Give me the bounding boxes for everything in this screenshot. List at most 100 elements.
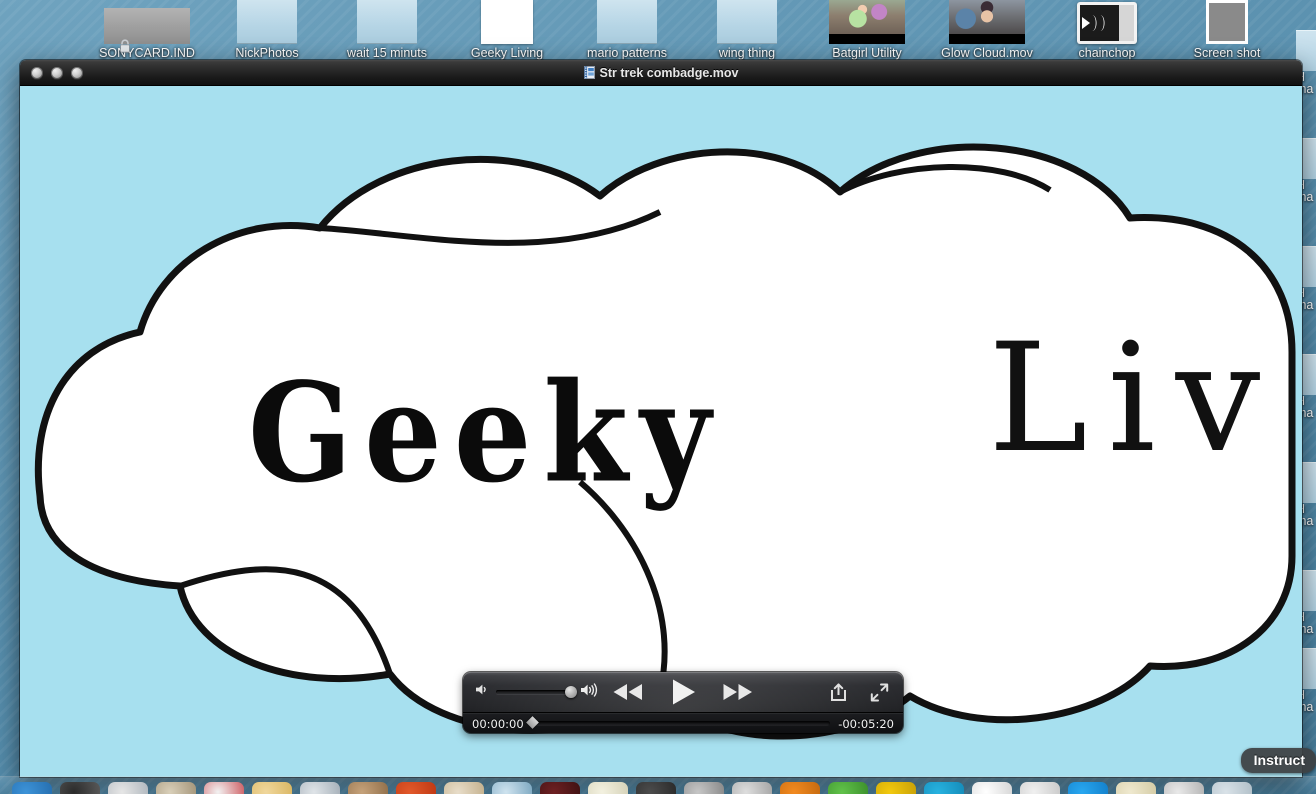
- movie-file-icon: [583, 66, 595, 79]
- dock-item-quicktime[interactable]: [684, 782, 724, 794]
- zoom-button[interactable]: [71, 66, 83, 79]
- dock-item-mail[interactable]: [108, 782, 148, 794]
- document-icon: [237, 0, 297, 44]
- desktop-icon-label: mario patterns: [587, 46, 667, 60]
- locked-volume-icon: [104, 8, 190, 53]
- dock-item-itunes[interactable]: [300, 782, 340, 794]
- volume-slider[interactable]: [496, 686, 577, 698]
- desktop-icon-thumb: [567, 0, 687, 44]
- video-word-geeky: Geeky: [248, 351, 723, 513]
- desktop-icon-screen-shot[interactable]: Screen shot: [1167, 0, 1287, 60]
- desktop-icon-thumb: [327, 0, 447, 44]
- desktop-icon-thumb: [1047, 0, 1167, 44]
- scrubber-row[interactable]: 00:00:00 -00:05:20: [463, 712, 903, 733]
- speaker-high-icon[interactable]: [580, 682, 600, 702]
- timeline-scrubber[interactable]: [525, 716, 831, 729]
- desktop-icon-geeky-living[interactable]: Geeky Living: [447, 0, 567, 60]
- dock-item-photos[interactable]: [444, 782, 484, 794]
- quicktime-player-window[interactable]: Str trek combadge.mov Geeky Liv 00:00:00…: [20, 60, 1302, 777]
- window-title-group: Str trek combadge.mov: [20, 66, 1302, 80]
- document-icon: [357, 0, 417, 44]
- minimize-button[interactable]: [51, 66, 63, 79]
- app-preview-icon: [1077, 2, 1137, 44]
- remaining-time-label: -00:05:20: [838, 716, 894, 731]
- dock-item-photobooth[interactable]: [732, 782, 772, 794]
- current-time-label: 00:00:00: [472, 716, 524, 731]
- desktop-icon-label: chainchop: [1078, 46, 1136, 60]
- dock-item-messages[interactable]: [1068, 782, 1108, 794]
- volume-control-group[interactable]: [475, 682, 600, 702]
- window-title-text: Str trek combadge.mov: [599, 65, 739, 80]
- dock-item-dashboard[interactable]: [60, 782, 100, 794]
- dock-item-safari[interactable]: [492, 782, 532, 794]
- play-button[interactable]: [668, 677, 698, 707]
- dock-item-preview[interactable]: [636, 782, 676, 794]
- desktop-icon-thumb: [87, 0, 207, 53]
- dock-item-address-book[interactable]: [156, 782, 196, 794]
- movie-thumbnail-icon: [949, 0, 1025, 44]
- desktop-icon-thumb: [807, 0, 927, 44]
- dock-item-finder[interactable]: [12, 782, 52, 794]
- dock-item-trash[interactable]: [1212, 782, 1252, 794]
- desktop-icon-wing-thing[interactable]: wing thing: [687, 0, 807, 60]
- playback-controls-bar[interactable]: 00:00:00 -00:05:20: [463, 672, 903, 733]
- dock-item-illustrator[interactable]: [780, 782, 820, 794]
- desktop-icon-label: NickPhotos: [235, 46, 299, 60]
- dock[interactable]: [0, 776, 1316, 794]
- desktop-icon-label: wait 15 minuts: [347, 46, 427, 60]
- secondary-buttons: [829, 672, 889, 712]
- dock-item-chrome[interactable]: [1020, 782, 1060, 794]
- white-document-icon: [481, 0, 533, 44]
- fast-forward-button[interactable]: [720, 681, 756, 703]
- desktop-icon-glow-cloud-mov[interactable]: Glow Cloud.mov: [927, 0, 1047, 60]
- playhead-handle[interactable]: [525, 716, 539, 729]
- document-icon: [717, 0, 777, 44]
- desktop-icon-thumb: [687, 0, 807, 44]
- desktop-icon-thumb: [207, 0, 327, 44]
- dock-item-system-prefs[interactable]: [1164, 782, 1204, 794]
- video-word-living: Liv: [988, 312, 1281, 486]
- dock-item-notes[interactable]: [1116, 782, 1156, 794]
- desktop-icon-label: Geeky Living: [470, 46, 544, 60]
- lock-icon: [120, 39, 130, 53]
- dock-item-indesign[interactable]: [828, 782, 868, 794]
- dock-item-folder[interactable]: [252, 782, 292, 794]
- speaker-low-icon[interactable]: [475, 683, 490, 701]
- volume-slider-knob[interactable]: [565, 686, 577, 698]
- dock-item-word[interactable]: [972, 782, 1012, 794]
- window-traffic-lights: [31, 66, 83, 79]
- dock-item-textedit[interactable]: [588, 782, 628, 794]
- desktop-icon-label: Screen shot: [1193, 46, 1261, 60]
- desktop-icon-label: SONYCARD.IND: [99, 46, 195, 60]
- desktop-icon-chainchop[interactable]: chainchop: [1047, 0, 1167, 60]
- desktop-icon-label: wing thing: [718, 46, 776, 60]
- fullscreen-button[interactable]: [870, 683, 889, 702]
- desktop-icon-mario-patterns[interactable]: mario patterns: [567, 0, 687, 60]
- desktop-icon-thumb: [927, 0, 1047, 44]
- desktop-icon-wait-15-minuts[interactable]: wait 15 minuts: [327, 0, 447, 60]
- dock-item-utility[interactable]: [348, 782, 388, 794]
- dock-item-skype[interactable]: [924, 782, 964, 794]
- video-canvas[interactable]: Geeky Liv 00:00:00 -00:05:20: [20, 86, 1302, 777]
- dock-item-firefox[interactable]: [396, 782, 436, 794]
- desktop-icon-nickphotos[interactable]: NickPhotos: [207, 0, 327, 60]
- desktop-icon-label: Batgirl Utility: [832, 46, 902, 60]
- desktop-icon-batgirl-utility[interactable]: Batgirl Utility: [807, 0, 927, 60]
- movie-thumbnail-icon: [829, 0, 905, 44]
- rewind-button[interactable]: [610, 681, 646, 703]
- dock-item-ical[interactable]: [204, 782, 244, 794]
- desktop-icon-label: Glow Cloud.mov: [941, 46, 1033, 60]
- desktop-icon-thumb: [447, 0, 567, 44]
- playback-buttons-row: [463, 672, 903, 712]
- document-icon: [597, 0, 657, 44]
- desktop-screen: SONYCARD.IND NickPhotos wait 15 minuts Geek…: [0, 0, 1316, 794]
- desktop-icon-sonycard-ind[interactable]: SONYCARD.IND: [87, 0, 207, 60]
- dock-item-terminal[interactable]: [540, 782, 580, 794]
- share-button[interactable]: [829, 682, 848, 702]
- desktop-icon-thumb: [1167, 0, 1287, 44]
- screenshot-icon: [1206, 0, 1248, 44]
- dock-tooltip: Instruct: [1240, 748, 1316, 773]
- dock-item-photoshop[interactable]: [876, 782, 916, 794]
- close-button[interactable]: [31, 66, 43, 79]
- window-titlebar[interactable]: Str trek combadge.mov: [20, 60, 1302, 86]
